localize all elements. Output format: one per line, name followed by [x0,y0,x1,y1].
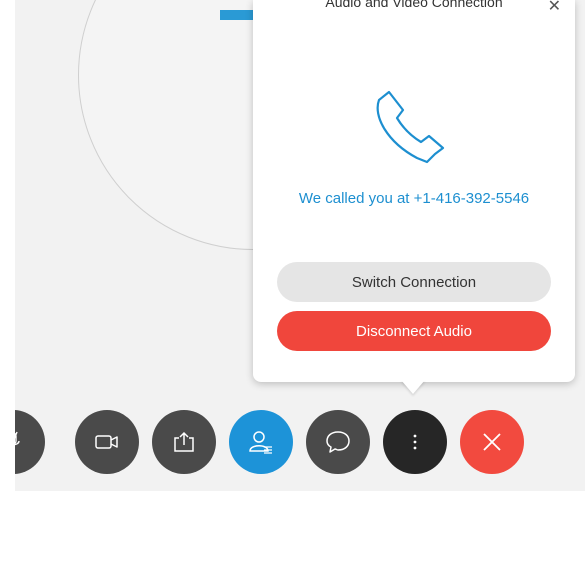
more-options-button[interactable] [383,410,447,474]
call-status-text: We called you at +1-416-392-5546 [298,190,530,207]
video-camera-icon [95,435,118,449]
close-icon [483,433,501,451]
disconnect-audio-label: Disconnect Audio [356,322,472,340]
leave-meeting-button[interactable] [460,410,524,474]
audio-video-connection-dialog: Audio and Video Connection ✕ We called y… [253,0,575,382]
dialog-pointer [401,380,425,394]
chat-button[interactable] [306,410,370,474]
disconnect-audio-button[interactable]: Disconnect Audio [277,311,551,351]
mute-button[interactable] [15,410,45,474]
chat-bubble-icon [326,431,350,453]
video-button[interactable] [75,410,139,474]
meeting-stage: Audio and Video Connection ✕ We called y… [15,0,585,491]
participants-icon [249,431,272,454]
phone-icon [376,90,445,164]
share-upload-icon [174,431,194,452]
dialog-title: Audio and Video Connection [325,0,503,10]
switch-connection-button[interactable]: Switch Connection [277,262,551,302]
microphone-muted-icon [15,431,20,446]
close-icon[interactable]: ✕ [548,0,561,16]
switch-connection-label: Switch Connection [351,273,477,291]
share-button[interactable] [152,410,216,474]
more-vertical-icon [413,434,417,450]
participants-button[interactable] [229,410,293,474]
